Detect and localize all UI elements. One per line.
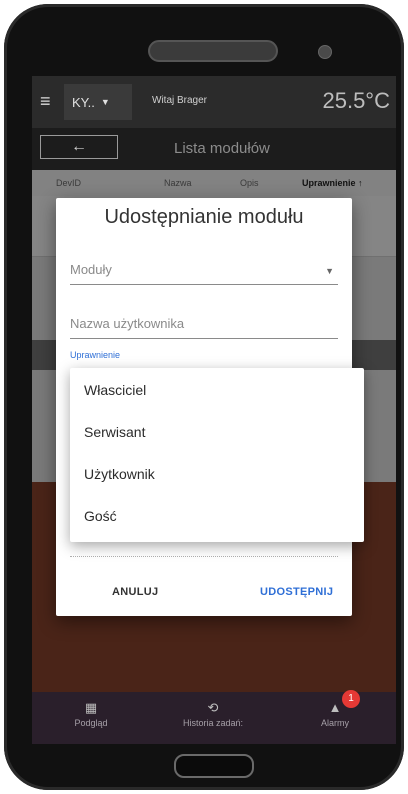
grid-icon: ▦: [84, 700, 98, 715]
alarm-count-badge: 1: [342, 690, 360, 708]
sub-header: ← Lista modułów: [32, 128, 396, 170]
arrow-left-icon: ←: [71, 138, 87, 155]
bottom-navigation: ▦ Podgląd ⟲ Historia zadań: ▲ 1 Alarmy: [32, 690, 396, 744]
nav-item-history[interactable]: ⟲ Historia zadań:: [158, 698, 268, 728]
option-guest[interactable]: Gość: [84, 508, 117, 524]
home-button[interactable]: [174, 754, 254, 778]
hamburger-menu-icon[interactable]: ≡: [40, 90, 60, 112]
back-button[interactable]: ←: [40, 135, 118, 159]
column-header-description[interactable]: Opis: [240, 178, 259, 188]
permission-dropdown-menu: Własciciel Serwisant Użytkownik Gość: [70, 368, 364, 542]
phone-frame: ≡ KY.. ▼ Witaj Brager 25.5°C ← Lista mod…: [4, 4, 404, 790]
warning-icon: ▲: [328, 700, 342, 715]
dialog-actions: ANULUJ UDOSTĘPNIJ: [56, 586, 352, 606]
modules-select[interactable]: Moduły ▼: [70, 262, 338, 285]
caret-down-icon: ▼: [100, 97, 110, 107]
column-header-permission[interactable]: Uprawnienie ↑: [302, 178, 363, 188]
nav-item-overview[interactable]: ▦ Podgląd: [36, 698, 146, 728]
option-service[interactable]: Serwisant: [84, 424, 145, 440]
nav-label: Historia zadań:: [182, 718, 244, 728]
nav-label: Alarmy: [320, 718, 349, 728]
top-bar: ≡ KY.. ▼ Witaj Brager 25.5°C: [32, 76, 396, 128]
module-select[interactable]: KY.. ▼: [64, 84, 132, 120]
nav-item-alarms[interactable]: ▲ 1 Alarmy: [280, 690, 390, 728]
username-placeholder: Nazwa użytkownika: [70, 316, 185, 331]
speaker-grille: [148, 40, 278, 62]
temperature-readout: 25.5°C: [322, 88, 390, 113]
front-camera: [318, 45, 332, 59]
column-header-name[interactable]: Nazwa: [164, 178, 192, 188]
option-user[interactable]: Użytkownik: [84, 466, 155, 482]
greeting-text: Witaj Brager: [152, 95, 208, 106]
nav-label: Podgląd: [74, 718, 108, 728]
column-header-devid[interactable]: DevID: [56, 178, 81, 188]
history-icon: ⟲: [207, 700, 219, 715]
share-button[interactable]: UDOSTĘPNIJ: [260, 586, 333, 598]
permission-label: Uprawnienie: [70, 350, 121, 360]
module-select-value: KY..: [72, 94, 95, 110]
modules-placeholder: Moduły: [70, 262, 112, 277]
table-header: DevID Nazwa Opis Uprawnienie ↑: [32, 170, 396, 196]
option-owner[interactable]: Własciciel: [84, 382, 146, 398]
page-title: Lista modułów: [174, 140, 270, 157]
username-field[interactable]: Nazwa użytkownika: [70, 316, 338, 339]
description-field[interactable]: [70, 556, 338, 557]
caret-down-icon: ▼: [325, 266, 334, 276]
cancel-button[interactable]: ANULUJ: [112, 586, 158, 598]
dialog-title: Udostępnianie modułu: [104, 206, 304, 228]
